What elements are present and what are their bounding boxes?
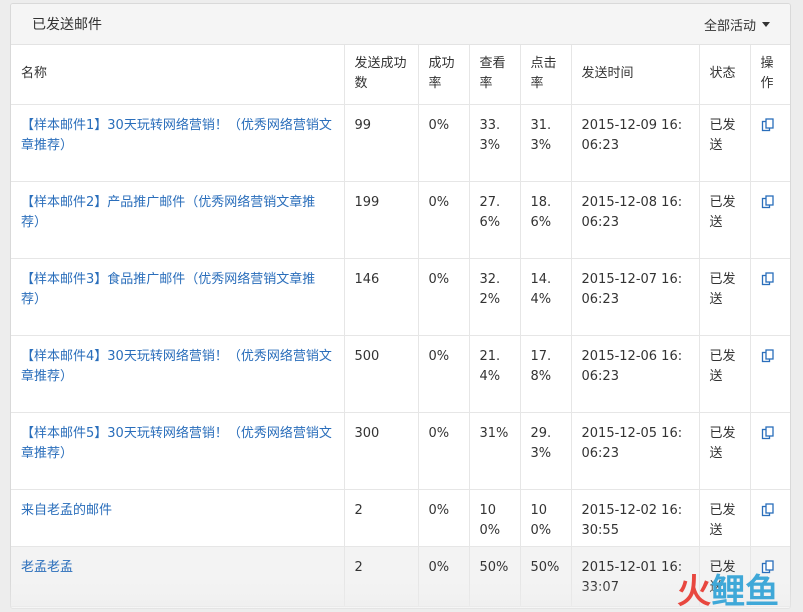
- cell-click-rate: 50%: [520, 546, 572, 607]
- table-row: 【样本邮件2】产品推广邮件（优秀网络营销文章推荐） 199 0% 27.6% 18.6%…: [11, 181, 790, 259]
- table-row: 【样本邮件4】30天玩转网络营销！（优秀网络营销文章推荐） 500 0% 21.4% 1…: [11, 335, 790, 413]
- column-header-action: 操作: [750, 45, 790, 105]
- cell-sent: 99: [344, 104, 419, 182]
- panel-title: 已发送邮件: [32, 17, 102, 33]
- watermark-logo: 火 鲤鱼: [677, 575, 779, 609]
- cell-status: 已发送: [699, 412, 751, 490]
- cell-action: [750, 258, 790, 336]
- mail-name-cell: 老孟老孟: [11, 546, 345, 607]
- table-row: 来自老孟的邮件 2 0% 100% 100% 2015-12-02 16:30:55 已发送: [11, 489, 790, 547]
- cell-send-time: 2015-12-09 16:06:23: [571, 104, 700, 182]
- cell-status: 已发送: [699, 335, 751, 413]
- mail-name-cell: 【样本邮件2】产品推广邮件（优秀网络营销文章推荐）: [11, 181, 345, 259]
- mail-name-link[interactable]: 【样本邮件2】产品推广邮件（优秀网络营销文章推荐）: [21, 195, 315, 230]
- cell-sent: 500: [344, 335, 419, 413]
- sent-mail-table: 名称 发送成功数 成功率 查看率 点击率 发送时间 状态 操作 【样本邮件1】3…: [11, 45, 790, 607]
- cell-view-rate: 32.2%: [469, 258, 521, 336]
- cell-action: [750, 412, 790, 490]
- column-header-click-rate[interactable]: 点击率: [520, 45, 572, 105]
- cell-action: [750, 335, 790, 413]
- cell-action: [750, 489, 790, 547]
- cell-success-rate: 0%: [418, 335, 470, 413]
- copy-icon[interactable]: [761, 502, 775, 517]
- cell-send-time: 2015-12-08 16:06:23: [571, 181, 700, 259]
- watermark-char-red: 火: [677, 572, 711, 612]
- table-row: 【样本邮件3】食品推广邮件（优秀网络营销文章推荐） 146 0% 32.2% 14.4%…: [11, 258, 790, 336]
- cell-send-time: 2015-12-05 16:06:23: [571, 412, 700, 490]
- table-row: 老孟老孟 2 0% 50% 50% 2015-12-01 16:33:07 已发送: [11, 546, 790, 607]
- copy-icon[interactable]: [761, 425, 775, 440]
- cell-sent: 2: [344, 489, 419, 547]
- cell-send-time: 2015-12-06 16:06:23: [571, 335, 700, 413]
- column-header-status: 状态: [699, 45, 751, 105]
- cell-sent: 300: [344, 412, 419, 490]
- cell-status: 已发送: [699, 181, 751, 259]
- mail-name-link[interactable]: 【样本邮件5】30天玩转网络营销！（优秀网络营销文章推荐）: [21, 426, 332, 461]
- caret-down-icon: [762, 21, 770, 27]
- mail-name-link[interactable]: 【样本邮件1】30天玩转网络营销！（优秀网络营销文章推荐）: [21, 118, 332, 153]
- cell-status: 已发送: [699, 104, 751, 182]
- cell-click-rate: 31.3%: [520, 104, 572, 182]
- activity-filter-label: 全部活动: [703, 18, 756, 34]
- cell-success-rate: 0%: [418, 489, 470, 547]
- cell-click-rate: 17.8%: [520, 335, 572, 413]
- cell-click-rate: 100%: [520, 489, 572, 547]
- mail-name-cell: 【样本邮件3】食品推广邮件（优秀网络营销文章推荐）: [11, 258, 345, 336]
- column-header-sent[interactable]: 发送成功数: [344, 45, 419, 105]
- mail-name-link[interactable]: 老孟老孟: [21, 560, 73, 575]
- copy-icon[interactable]: [761, 348, 775, 363]
- table-header-row: 名称 发送成功数 成功率 查看率 点击率 发送时间 状态 操作: [11, 45, 790, 105]
- watermark-chars-blue: 鲤鱼: [711, 572, 779, 612]
- mail-name-cell: 【样本邮件1】30天玩转网络营销！（优秀网络营销文章推荐）: [11, 104, 345, 182]
- table-row: 【样本邮件1】30天玩转网络营销！（优秀网络营销文章推荐） 99 0% 33.3% 31…: [11, 104, 790, 182]
- mail-name-link[interactable]: 来自老孟的邮件: [21, 503, 112, 518]
- mail-name-link[interactable]: 【样本邮件4】30天玩转网络营销！（优秀网络营销文章推荐）: [21, 349, 332, 384]
- column-header-view-rate[interactable]: 查看率: [469, 45, 521, 105]
- cell-action: [750, 181, 790, 259]
- cell-success-rate: 0%: [418, 104, 470, 182]
- cell-send-time: 2015-12-07 16:06:23: [571, 258, 700, 336]
- table-row: 【样本邮件5】30天玩转网络营销！（优秀网络营销文章推荐） 300 0% 31% 29.…: [11, 412, 790, 490]
- cell-sent: 146: [344, 258, 419, 336]
- cell-view-rate: 21.4%: [469, 335, 521, 413]
- cell-action: [750, 104, 790, 182]
- cell-view-rate: 31%: [469, 412, 521, 490]
- mail-name-cell: 来自老孟的邮件: [11, 489, 345, 547]
- mail-name-link[interactable]: 【样本邮件3】食品推广邮件（优秀网络营销文章推荐）: [21, 272, 315, 307]
- cell-status: 已发送: [699, 258, 751, 336]
- cell-click-rate: 29.3%: [520, 412, 572, 490]
- cell-success-rate: 0%: [418, 546, 470, 607]
- cell-view-rate: 100%: [469, 489, 521, 547]
- cell-success-rate: 0%: [418, 258, 470, 336]
- copy-icon[interactable]: [761, 271, 775, 286]
- sent-mail-panel: 已发送邮件 全部活动 名称 发送成功数 成功率 查看率 点击率 发送时间 状态 …: [10, 3, 791, 609]
- activity-filter-dropdown[interactable]: 全部活动: [704, 15, 770, 34]
- cell-click-rate: 14.4%: [520, 258, 572, 336]
- cell-sent: 2: [344, 546, 419, 607]
- cell-success-rate: 0%: [418, 181, 470, 259]
- cell-view-rate: 50%: [469, 546, 521, 607]
- mail-name-cell: 【样本邮件5】30天玩转网络营销！（优秀网络营销文章推荐）: [11, 412, 345, 490]
- mail-name-cell: 【样本邮件4】30天玩转网络营销！（优秀网络营销文章推荐）: [11, 335, 345, 413]
- cell-view-rate: 33.3%: [469, 104, 521, 182]
- column-header-send-time[interactable]: 发送时间: [571, 45, 700, 105]
- copy-icon[interactable]: [761, 117, 775, 132]
- cell-send-time: 2015-12-02 16:30:55: [571, 489, 700, 547]
- copy-icon[interactable]: [761, 194, 775, 209]
- column-header-success-rate[interactable]: 成功率: [418, 45, 470, 105]
- cell-status: 已发送: [699, 489, 751, 547]
- panel-header: 已发送邮件 全部活动: [11, 4, 790, 45]
- cell-view-rate: 27.6%: [469, 181, 521, 259]
- cell-success-rate: 0%: [418, 412, 470, 490]
- cell-sent: 199: [344, 181, 419, 259]
- cell-click-rate: 18.6%: [520, 181, 572, 259]
- column-header-name[interactable]: 名称: [11, 45, 345, 105]
